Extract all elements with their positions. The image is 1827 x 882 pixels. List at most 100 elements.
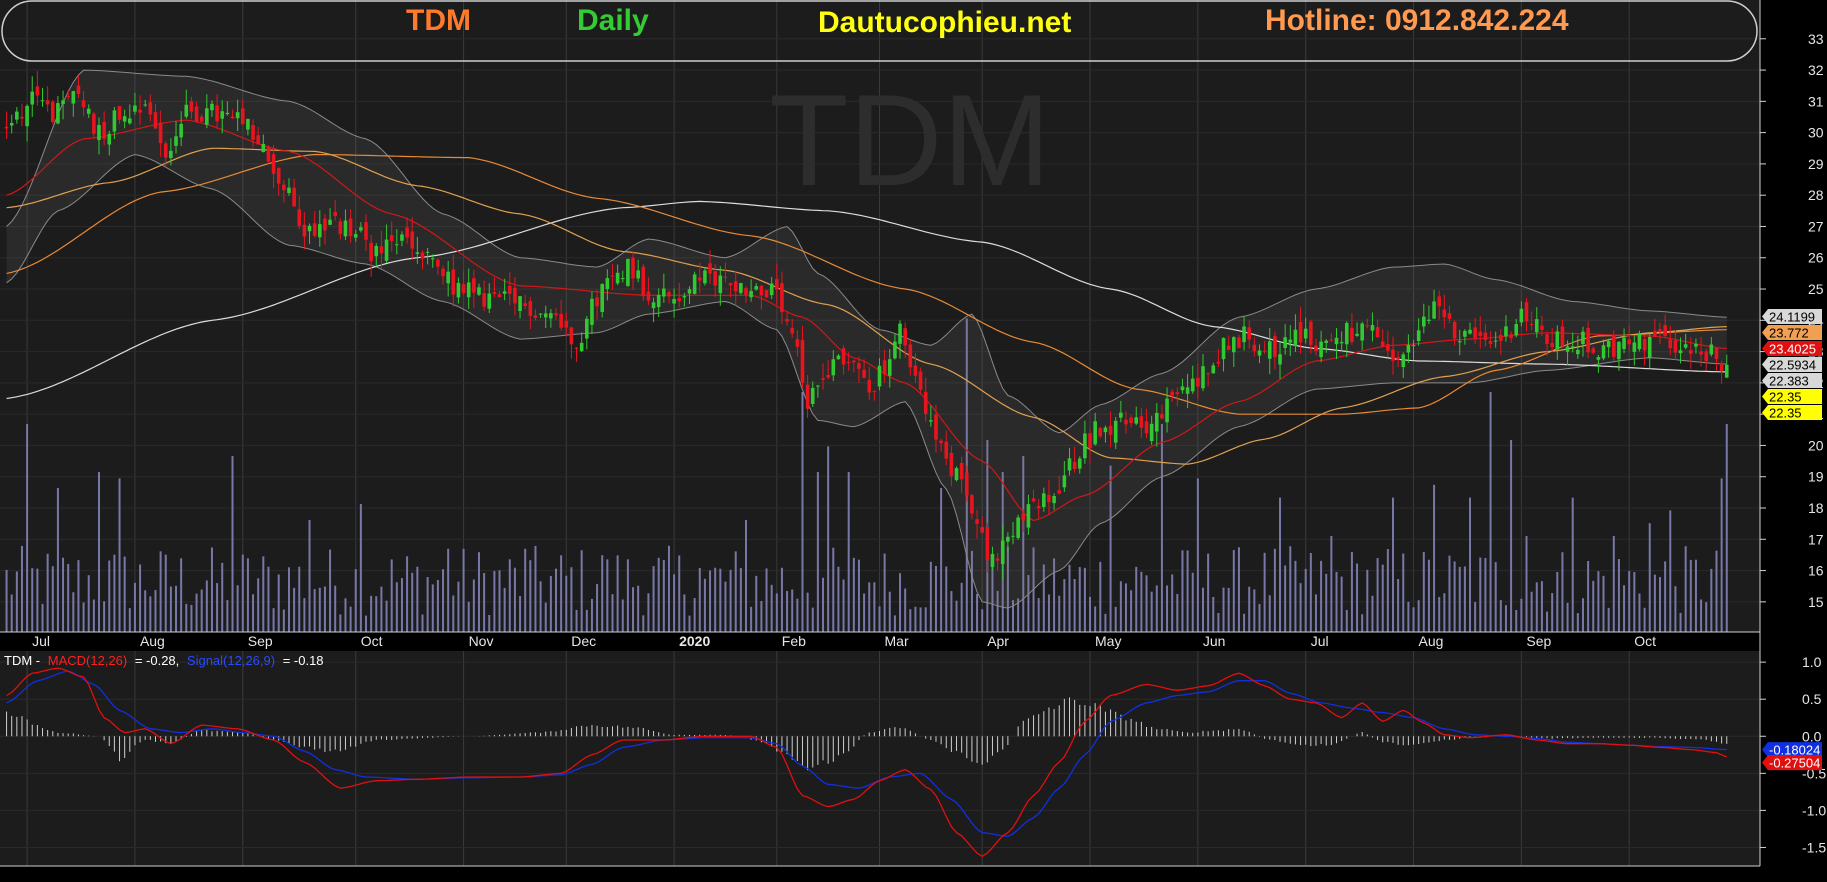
candle-up [718, 275, 723, 294]
candle-down [148, 102, 153, 115]
price-tick-label: 16 [1808, 563, 1824, 579]
volume-bar [822, 577, 825, 632]
candle-down [533, 315, 538, 318]
candle-down [857, 363, 861, 369]
volume-bar [1083, 567, 1086, 632]
candle-down [1642, 338, 1647, 351]
candle-down [1509, 333, 1513, 339]
candle-down [1550, 342, 1554, 348]
volume-bar [1258, 603, 1261, 632]
candle-down [215, 105, 219, 122]
volume-bar [909, 609, 912, 632]
volume-bar [210, 547, 213, 632]
volume-bar [590, 598, 593, 632]
candle-up [810, 387, 815, 405]
candle-down [230, 116, 235, 119]
volume-bar [1484, 558, 1487, 632]
price-tick-label: 32 [1808, 62, 1824, 78]
volume-bar [816, 472, 819, 632]
candle-up [687, 289, 692, 294]
volume-bar [1638, 593, 1641, 632]
macd-tick-label: 0.5 [1802, 691, 1822, 707]
volume-bar [519, 596, 522, 632]
candle-up [769, 283, 774, 296]
candle-down [1499, 334, 1503, 342]
volume-bar [41, 603, 44, 632]
volume-bar [899, 573, 902, 632]
candle-down [667, 292, 671, 297]
volume-bar [1345, 609, 1348, 632]
volume-bar [108, 560, 111, 632]
volume-bar [483, 573, 486, 632]
candle-down [1545, 334, 1549, 344]
legend-symbol: TDM - [4, 653, 40, 668]
volume-bar [1181, 550, 1184, 632]
candle-up [887, 359, 892, 376]
candle-down [138, 109, 142, 113]
volume-bar [950, 591, 953, 632]
volume-bar [406, 556, 409, 632]
candle-down [964, 472, 969, 496]
candle-down [364, 222, 368, 240]
candle-down [1668, 339, 1673, 349]
volume-bar [1191, 572, 1194, 632]
price-tick-label: 28 [1808, 187, 1824, 203]
candle-up [615, 272, 620, 284]
volume-bar [657, 557, 660, 632]
candle-down [1663, 324, 1667, 337]
hotline-title: Hotline: 0912.842.224 [1265, 4, 1569, 37]
candle-up [1067, 458, 1072, 471]
candle-down [1658, 329, 1662, 333]
volume-bar [82, 602, 85, 632]
candle-down [1375, 327, 1380, 338]
candle-down [913, 365, 918, 376]
volume-bar [585, 609, 588, 632]
volume-bar [560, 555, 563, 632]
volume-bar [1458, 566, 1461, 632]
candle-up [1401, 354, 1406, 368]
volume-bar [118, 478, 121, 632]
volume-bar [770, 584, 773, 632]
candle-up [169, 150, 173, 158]
volume-bar [863, 593, 866, 632]
volume-bar [277, 574, 280, 632]
candle-up [739, 283, 743, 293]
candle-down [297, 209, 302, 226]
candle-down [199, 116, 204, 122]
candle-up [1344, 323, 1349, 345]
candle-down [610, 275, 615, 277]
volume-bar [272, 608, 275, 632]
candle-down [1653, 330, 1657, 337]
volume-bar [169, 586, 172, 632]
candle-down [1365, 325, 1370, 327]
volume-bar [1371, 595, 1374, 632]
candle-up [220, 111, 225, 119]
volume-bar [1520, 598, 1523, 632]
price-tag-label: 22.35 [1769, 406, 1802, 421]
candle-down [158, 122, 163, 144]
volume-bar [56, 488, 59, 632]
volume-bar [1463, 566, 1466, 632]
volume-bar [1176, 593, 1179, 632]
volume-bar [1099, 561, 1102, 632]
candle-up [1411, 345, 1416, 347]
stock-chart: TDM TDM Daily Dautucophieu.net Hotline: … [0, 0, 1827, 882]
macd-tick-label: -1.5 [1802, 839, 1826, 855]
volume-bar [888, 591, 891, 632]
volume-bar [1289, 546, 1292, 632]
volume-bar [1279, 497, 1282, 632]
candle-up [25, 105, 29, 127]
candle-down [1036, 505, 1041, 509]
candle-down [944, 441, 949, 459]
candle-down [759, 285, 764, 296]
candle-up [40, 100, 45, 102]
volume-bar [31, 568, 34, 632]
candle-up [1221, 337, 1226, 360]
volume-bar [791, 589, 794, 632]
candle-up [174, 136, 178, 146]
volume-bar [154, 590, 157, 632]
volume-bar [390, 559, 393, 632]
candle-down [918, 371, 923, 390]
volume-bar [1366, 569, 1369, 632]
candle-up [9, 122, 14, 126]
